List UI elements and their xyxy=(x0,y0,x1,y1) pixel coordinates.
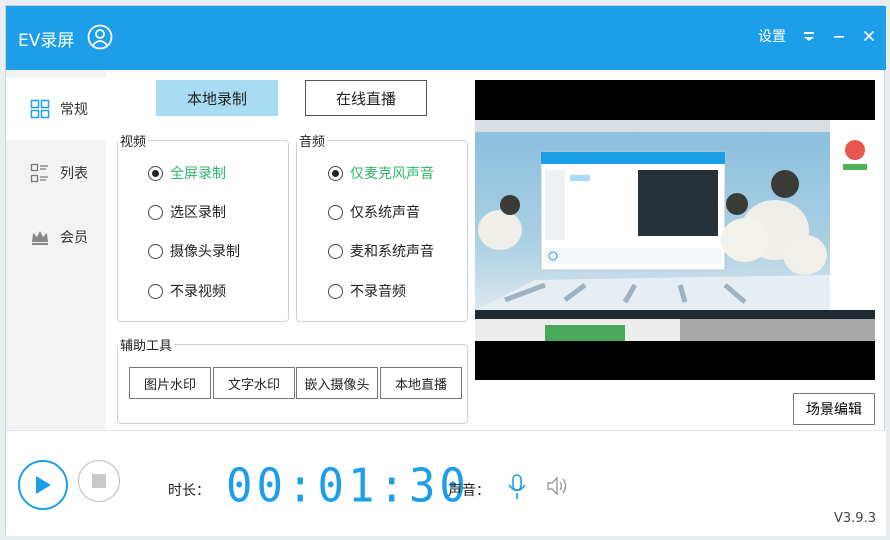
title-bar: EV录屏 设置 xyxy=(6,6,886,70)
radio-label: 选区录制 xyxy=(170,205,226,221)
radio-no-audio[interactable]: 不录音频 xyxy=(328,281,406,301)
tab-local-recording[interactable]: 本地录制 xyxy=(156,80,278,116)
menu-dropdown-icon[interactable] xyxy=(802,29,816,43)
minimize-icon[interactable] xyxy=(832,29,846,43)
video-group-label: 视频 xyxy=(118,131,149,150)
sidebar-item-label: 会员 xyxy=(60,230,88,246)
close-icon[interactable] xyxy=(862,29,876,43)
radio-indicator xyxy=(148,204,163,220)
radio-camera-record[interactable]: 摄像头录制 xyxy=(148,241,240,261)
stop-icon xyxy=(92,474,106,488)
list-icon xyxy=(30,163,48,183)
preview-screen xyxy=(475,80,875,380)
radio-mic-only[interactable]: 仅麦克风声音 xyxy=(328,163,434,183)
app-window: EV录屏 设置 常规 列表 会员 本地录制 在线直播 视频 全屏录制 选区录制 … xyxy=(5,5,886,536)
radio-system-only[interactable]: 仅系统声音 xyxy=(328,202,420,222)
scene-edit-button[interactable]: 场景编辑 xyxy=(793,393,875,425)
radio-indicator xyxy=(148,243,163,259)
play-button[interactable] xyxy=(18,460,68,510)
radio-label: 不录音频 xyxy=(350,284,406,300)
user-account-icon[interactable] xyxy=(87,24,113,50)
control-bar: 时长： 00:01:30 声音： V3.9.3 xyxy=(6,430,886,536)
preview-thumbnail xyxy=(475,80,875,380)
radio-mic-and-system[interactable]: 麦和系统声音 xyxy=(328,241,434,261)
main-panel: 本地录制 在线直播 视频 全屏录制 选区录制 摄像头录制 不录视频 音频 仅麦克… xyxy=(106,70,886,430)
sidebar-item-label: 常规 xyxy=(60,102,88,118)
sidebar: 常规 列表 会员 xyxy=(6,70,106,430)
radio-indicator xyxy=(148,165,163,181)
sidebar-item-membership[interactable]: 会员 xyxy=(6,206,106,268)
recording-timer: 00:01:30 xyxy=(226,459,470,514)
tools-group-label: 辅助工具 xyxy=(118,335,175,354)
radio-label: 麦和系统声音 xyxy=(350,244,434,260)
microphone-icon[interactable] xyxy=(507,474,527,500)
radio-indicator xyxy=(328,204,343,220)
radio-label: 仅系统声音 xyxy=(350,205,420,221)
duration-label: 时长： xyxy=(168,483,210,499)
radio-indicator xyxy=(328,165,343,181)
speaker-icon[interactable] xyxy=(546,476,570,496)
radio-label: 摄像头录制 xyxy=(170,244,240,260)
radio-indicator xyxy=(148,283,163,299)
volume-label: 声音： xyxy=(448,483,490,499)
crown-icon xyxy=(32,231,48,245)
radio-indicator xyxy=(328,283,343,299)
stop-button[interactable] xyxy=(78,460,120,502)
tab-online-live[interactable]: 在线直播 xyxy=(305,80,427,116)
version-label: V3.9.3 xyxy=(834,511,876,526)
sidebar-item-label: 列表 xyxy=(60,166,88,182)
settings-button[interactable]: 设置 xyxy=(758,26,786,46)
radio-region-record[interactable]: 选区录制 xyxy=(148,202,226,222)
local-live-button[interactable]: 本地直播 xyxy=(380,367,462,399)
radio-no-video[interactable]: 不录视频 xyxy=(148,281,226,301)
radio-label: 不录视频 xyxy=(170,284,226,300)
sidebar-item-general[interactable]: 常规 xyxy=(6,78,106,140)
audio-group-label: 音频 xyxy=(297,131,328,150)
radio-indicator xyxy=(328,243,343,259)
radio-label: 全屏录制 xyxy=(170,166,226,182)
radio-fullscreen-record[interactable]: 全屏录制 xyxy=(148,163,226,183)
image-watermark-button[interactable]: 图片水印 xyxy=(129,367,211,399)
radio-label: 仅麦克风声音 xyxy=(350,166,434,182)
embed-camera-button[interactable]: 嵌入摄像头 xyxy=(296,367,378,399)
grid-icon xyxy=(30,99,50,119)
app-title: EV录屏 xyxy=(18,31,75,51)
sidebar-item-list[interactable]: 列表 xyxy=(6,142,106,204)
text-watermark-button[interactable]: 文字水印 xyxy=(213,367,295,399)
play-icon xyxy=(36,476,51,494)
